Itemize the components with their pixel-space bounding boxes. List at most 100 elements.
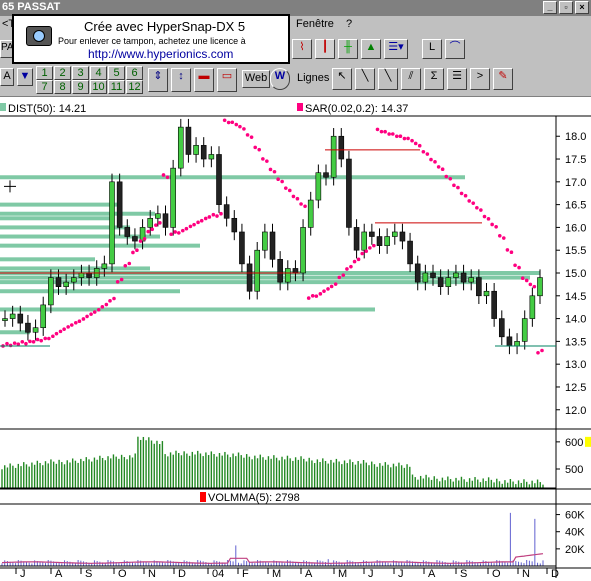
letter-a-button[interactable]: A [0,68,14,86]
camera-icon [26,26,52,46]
sar-dot-b-50 [387,132,391,136]
sar-dot-b-36 [280,179,284,184]
sar-dot-5 [39,338,44,343]
sar-dot-b-48 [372,243,376,248]
web-button[interactable]: Web [242,70,270,88]
sar-dot-2 [16,342,21,346]
line-chart-icon[interactable]: ⌇ [292,39,312,59]
period-button-9[interactable]: 9 [72,80,89,94]
period-button-11[interactable]: 11 [108,80,125,94]
sar-dot-b-35 [272,169,277,174]
window-title: 65 PASSAT [2,1,61,13]
sar-dot-b-14 [112,296,116,301]
period-button-7[interactable]: 7 [36,80,53,94]
expand-icon[interactable]: ↕ [171,68,191,92]
sar-dot-b-24 [188,224,193,229]
chart-type-dropdown-icon[interactable]: ☰▾ [384,39,408,59]
candle-69 [529,295,536,319]
period-button-3[interactable]: 3 [72,66,89,80]
dropdown-icon[interactable]: ▼ [17,68,33,86]
sar-dot-b-32 [249,135,254,139]
candle-chart-icon[interactable]: ┃ [315,39,335,59]
candle-47 [361,231,368,251]
sar-dot-b-33 [257,147,262,152]
price-label-3: 16.5 [565,200,586,212]
sar-dot-45 [345,267,349,271]
sar-dot-12 [92,310,97,314]
sar-dot-7 [54,331,59,336]
candle-35 [269,231,276,260]
candle-31 [239,231,245,265]
restore-icon[interactable]: ▫ [559,1,573,14]
watermark-link[interactable]: http://www.hyperionics.com [88,47,233,61]
trendline-icon[interactable]: ╲ [378,68,398,90]
sar-dot-b-53 [410,138,414,143]
close-icon[interactable]: × [575,1,589,14]
candle-65 [498,318,505,338]
price-label-8: 14.0 [565,314,586,326]
period-button-1[interactable]: 1 [36,66,53,80]
horizontal-lines-icon[interactable]: ☰ [447,68,467,90]
mountain-chart-icon[interactable]: ▲ [361,39,381,59]
time-label-3: O [118,568,127,578]
sar-dot-46 [352,259,357,264]
sar-dot-56 [429,157,433,162]
log-scale-icon[interactable]: L [422,39,442,59]
time-label-6: 04 [212,568,224,578]
sar-dot-39 [299,202,303,206]
sar-dot-b-37 [287,188,292,193]
sar-dot-b-67 [517,265,521,270]
profile-bar-13 [0,307,375,312]
sar-dot-b-4 [35,337,40,342]
chart-area[interactable]: DIST(50): 14.21 SAR(0.02,0.2): 14.37 18.0… [0,98,591,580]
sar-dot-b-61 [471,201,476,205]
sar-dot-60 [459,191,464,196]
sar-dot-9 [69,323,74,327]
sar-dot-b-28 [219,211,223,216]
candle-40 [307,199,314,228]
trend-icon[interactable]: ⌒ [445,39,465,59]
cursor-icon[interactable]: ↖ [332,68,352,90]
candle-57 [437,277,444,287]
menu-item-window[interactable]: Fenêtre [296,18,334,30]
period-button-10[interactable]: 10 [90,80,107,94]
price-label-10: 13.0 [565,359,586,371]
watermark-line2: Pour enlever ce tampon, achetez une lice… [58,36,246,46]
eraser-icon[interactable]: ✎ [493,68,513,90]
sigma-icon[interactable]: Σ [424,68,444,90]
sar-dot-b-34 [265,159,269,163]
draw-line-icon[interactable]: ╲ [355,68,375,90]
sar-dot-b-1 [12,341,17,345]
sar-swatch [297,103,303,111]
candle-32 [246,263,253,292]
price-chart[interactable]: DIST(50): 14.21 SAR(0.02,0.2): 14.37 18.0… [0,98,591,580]
channel-icon[interactable]: ⫽ [401,68,421,90]
period-button-8[interactable]: 8 [54,80,71,94]
price-label-7: 14.5 [565,291,586,303]
zoom-in-icon[interactable]: ▬ [194,68,214,92]
period-button-12[interactable]: 12 [126,80,143,94]
sar-dot-8 [62,327,66,331]
minimize-icon[interactable]: _ [543,1,557,14]
price-label-4: 16.0 [565,222,586,234]
period-button-2[interactable]: 2 [54,66,71,80]
period-button-6[interactable]: 6 [126,66,143,80]
compress-icon[interactable]: ⇕ [148,68,168,92]
bar-chart-icon[interactable]: ╫ [338,39,358,59]
candle-33 [254,249,261,292]
period-button-4[interactable]: 4 [90,66,107,80]
zoom-out-icon[interactable]: ▭ [217,68,237,92]
menu-item-help[interactable]: ? [346,18,352,30]
candle-61 [468,277,475,283]
sar-dot-1 [8,343,13,348]
globe-icon[interactable]: W [270,68,290,90]
candle-30 [231,217,238,233]
period-button-5[interactable]: 5 [108,66,125,80]
sar-dot-63 [482,214,487,219]
fan-icon[interactable]: > [470,68,490,90]
sar-dot-66 [505,248,510,252]
sar-dot-b-46 [356,257,361,262]
candle-22 [170,167,176,228]
volmma-tick-label-1: 40K [565,527,585,539]
sar-dot-b-38 [295,196,300,201]
